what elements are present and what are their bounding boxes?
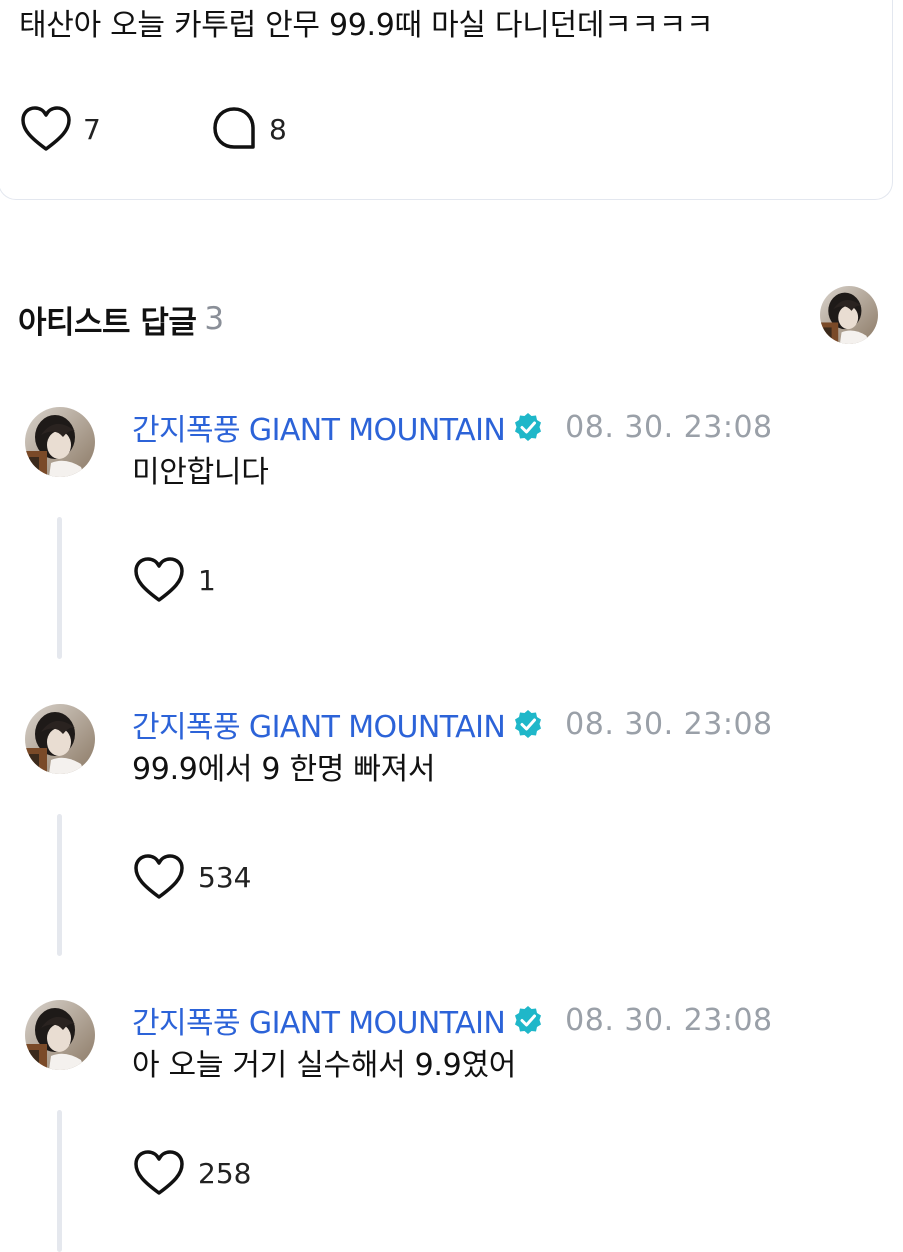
post-like-count: 7	[83, 112, 101, 146]
heart-outline-icon	[134, 854, 184, 899]
reply-timestamp: 08. 30. 23:08	[565, 706, 773, 742]
reply-text: 아 오늘 거기 실수해서 9.9였어	[132, 1048, 517, 1083]
reply-timestamp: 08. 30. 23:08	[565, 1002, 773, 1038]
post-comment-count: 8	[269, 112, 287, 146]
artist-avatar-image	[820, 286, 878, 344]
artist-replies-count: 3	[204, 301, 224, 337]
heart-outline-icon	[134, 1150, 184, 1195]
verified-badge-icon	[515, 1006, 542, 1034]
thread-line	[57, 1110, 62, 1252]
post-text: 태산아 오늘 카투럽 안무 99.9때 마실 다니던데ㅋㅋㅋㅋ	[19, 8, 714, 43]
heart-outline-icon	[134, 557, 184, 602]
reply-like-count: 1	[198, 563, 216, 597]
reply-like-button[interactable]: 1	[132, 555, 216, 605]
reply-text: 미안합니다	[132, 455, 269, 490]
thread-line	[57, 814, 62, 956]
reply-meta: 간지폭풍 GIANT MOUNTAIN 08. 30. 23:08	[132, 405, 773, 449]
reply-avatar-image	[25, 407, 95, 477]
reply-timestamp: 08. 30. 23:08	[565, 409, 773, 445]
verified-badge-icon	[515, 413, 542, 441]
reply-like-button[interactable]: 534	[132, 852, 251, 902]
reply-meta: 간지폭풍 GIANT MOUNTAIN 08. 30. 23:08	[132, 702, 773, 746]
reply-avatar[interactable]	[25, 704, 95, 774]
reply-avatar-image	[25, 1000, 95, 1070]
reply-avatar[interactable]	[25, 407, 95, 477]
thread-line	[57, 517, 62, 659]
reply-avatar[interactable]	[25, 1000, 95, 1070]
reply-author[interactable]: 간지폭풍 GIANT MOUNTAIN	[132, 998, 506, 1042]
post-comment-button[interactable]: 8	[209, 104, 287, 154]
artist-replies-title: 아티스트 답글	[18, 304, 197, 341]
post-card: 태산아 오늘 카투럽 안무 99.9때 마실 다니던데ㅋㅋㅋㅋ 7 8	[0, 0, 893, 200]
artist-replies-header: 아티스트 답글 3	[18, 294, 224, 344]
reply-text: 99.9에서 9 한명 빠져서	[132, 752, 436, 787]
reply-like-count: 534	[198, 860, 252, 894]
reply-meta: 간지폭풍 GIANT MOUNTAIN 08. 30. 23:08	[132, 998, 773, 1042]
heart-outline-icon	[21, 106, 71, 151]
reply-author[interactable]: 간지폭풍 GIANT MOUNTAIN	[132, 702, 506, 746]
reply-author[interactable]: 간지폭풍 GIANT MOUNTAIN	[132, 405, 506, 449]
artist-avatar[interactable]	[820, 286, 878, 344]
speech-bubble-icon	[213, 107, 255, 149]
verified-badge-icon	[515, 710, 542, 738]
reply-like-button[interactable]: 258	[132, 1148, 251, 1198]
post-like-button[interactable]: 7	[19, 104, 101, 154]
reply-like-count: 258	[198, 1156, 252, 1190]
reply-avatar-image	[25, 704, 95, 774]
